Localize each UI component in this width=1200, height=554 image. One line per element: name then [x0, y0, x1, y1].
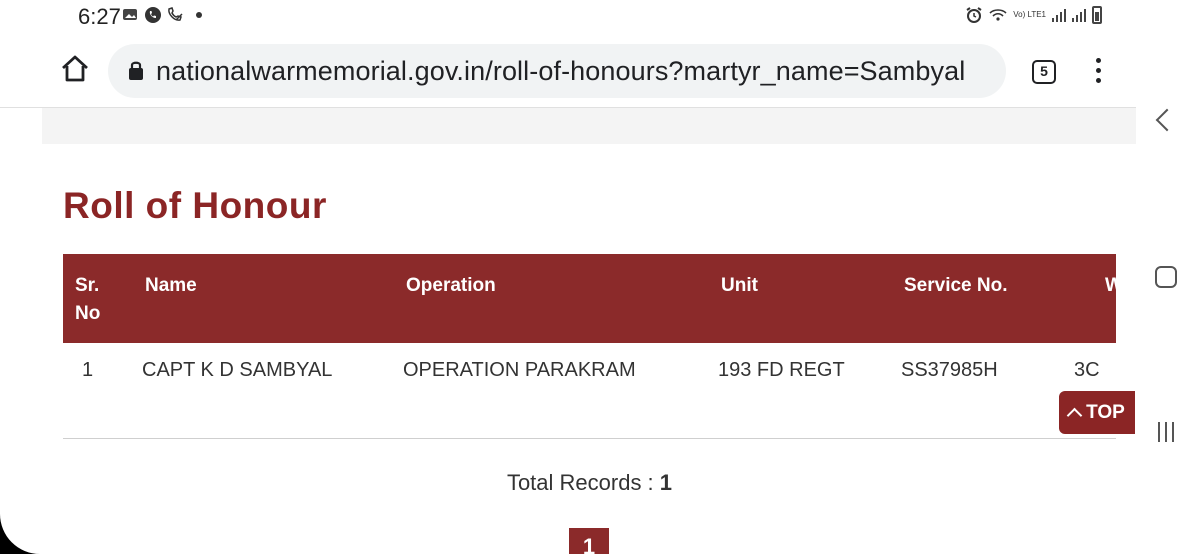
header-name: Name	[145, 275, 197, 296]
tabs-icon[interactable]: 5	[1032, 60, 1056, 84]
browser-toolbar: nationalwarmemorial.gov.in/roll-of-honou…	[0, 36, 1136, 108]
overflow-menu-icon[interactable]	[1092, 58, 1104, 88]
status-bar: 6:27 Vo) LTE1	[0, 0, 1136, 36]
wifi-icon	[989, 9, 1007, 21]
notification-dot	[196, 12, 202, 18]
header-wall: Wall	[1105, 275, 1116, 296]
alarm-icon	[966, 7, 982, 23]
back-to-top-label: TOP	[1086, 401, 1125, 423]
network-label: Vo) LTE1	[1013, 10, 1046, 19]
status-right-icons: Vo) LTE1	[965, 6, 1102, 24]
total-records-label: Total Records :	[506, 470, 654, 495]
phone-call-icon	[145, 7, 161, 23]
header-operation: Operation	[406, 275, 496, 296]
back-icon[interactable]	[1155, 108, 1179, 132]
header-sr-no: Sr. No	[75, 275, 101, 324]
table-row: 1 CAPT K D SAMBYAL OPERATION PARAKRAM 19…	[63, 343, 1116, 439]
url-text[interactable]: nationalwarmemorial.gov.in/roll-of-honou…	[156, 56, 965, 87]
roll-of-honour-table: Sr. No Name Operation Unit Service No. W…	[63, 254, 1116, 554]
header-unit: Unit	[721, 275, 758, 296]
home-nav-icon[interactable]	[1155, 266, 1177, 288]
signal-bars-icon	[1052, 8, 1066, 22]
cell-operation: OPERATION PARAKRAM	[403, 359, 636, 381]
pagination-page-1[interactable]: 1	[569, 528, 609, 554]
photo-notification-icon	[123, 9, 137, 20]
site-header-strip	[42, 108, 1136, 144]
cell-wall: 3C	[1074, 359, 1100, 381]
chevron-up-icon	[1066, 407, 1083, 424]
cell-service-no: SS37985H	[901, 359, 998, 381]
phone-screen: 6:27 Vo) LTE1 nationalwarmemorial.gov.in…	[0, 0, 1136, 554]
header-service-no: Service No.	[904, 275, 1008, 296]
signal-bars-2-icon	[1072, 8, 1086, 22]
android-nav-bar	[1136, 0, 1200, 554]
cell-unit: 193 FD REGT	[718, 359, 845, 381]
status-left-icons	[122, 6, 202, 24]
page-title: Roll of Honour	[63, 185, 327, 226]
recent-apps-icon[interactable]	[1158, 422, 1174, 442]
back-to-top-button[interactable]: TOP	[1059, 391, 1135, 434]
cell-name: CAPT K D SAMBYAL	[142, 359, 333, 381]
battery-icon	[1092, 6, 1102, 24]
status-time: 6:27	[78, 4, 121, 29]
total-records-value: 1	[659, 470, 673, 495]
lock-icon[interactable]	[128, 59, 144, 81]
cell-sr-no: 1	[82, 359, 94, 381]
home-icon[interactable]	[60, 54, 90, 84]
address-bar[interactable]: nationalwarmemorial.gov.in/roll-of-honou…	[108, 44, 1006, 98]
table-header: Sr. No Name Operation Unit Service No. W…	[63, 254, 1116, 343]
missed-call-icon	[168, 7, 183, 21]
total-records: Total Records : 1	[63, 470, 1116, 496]
